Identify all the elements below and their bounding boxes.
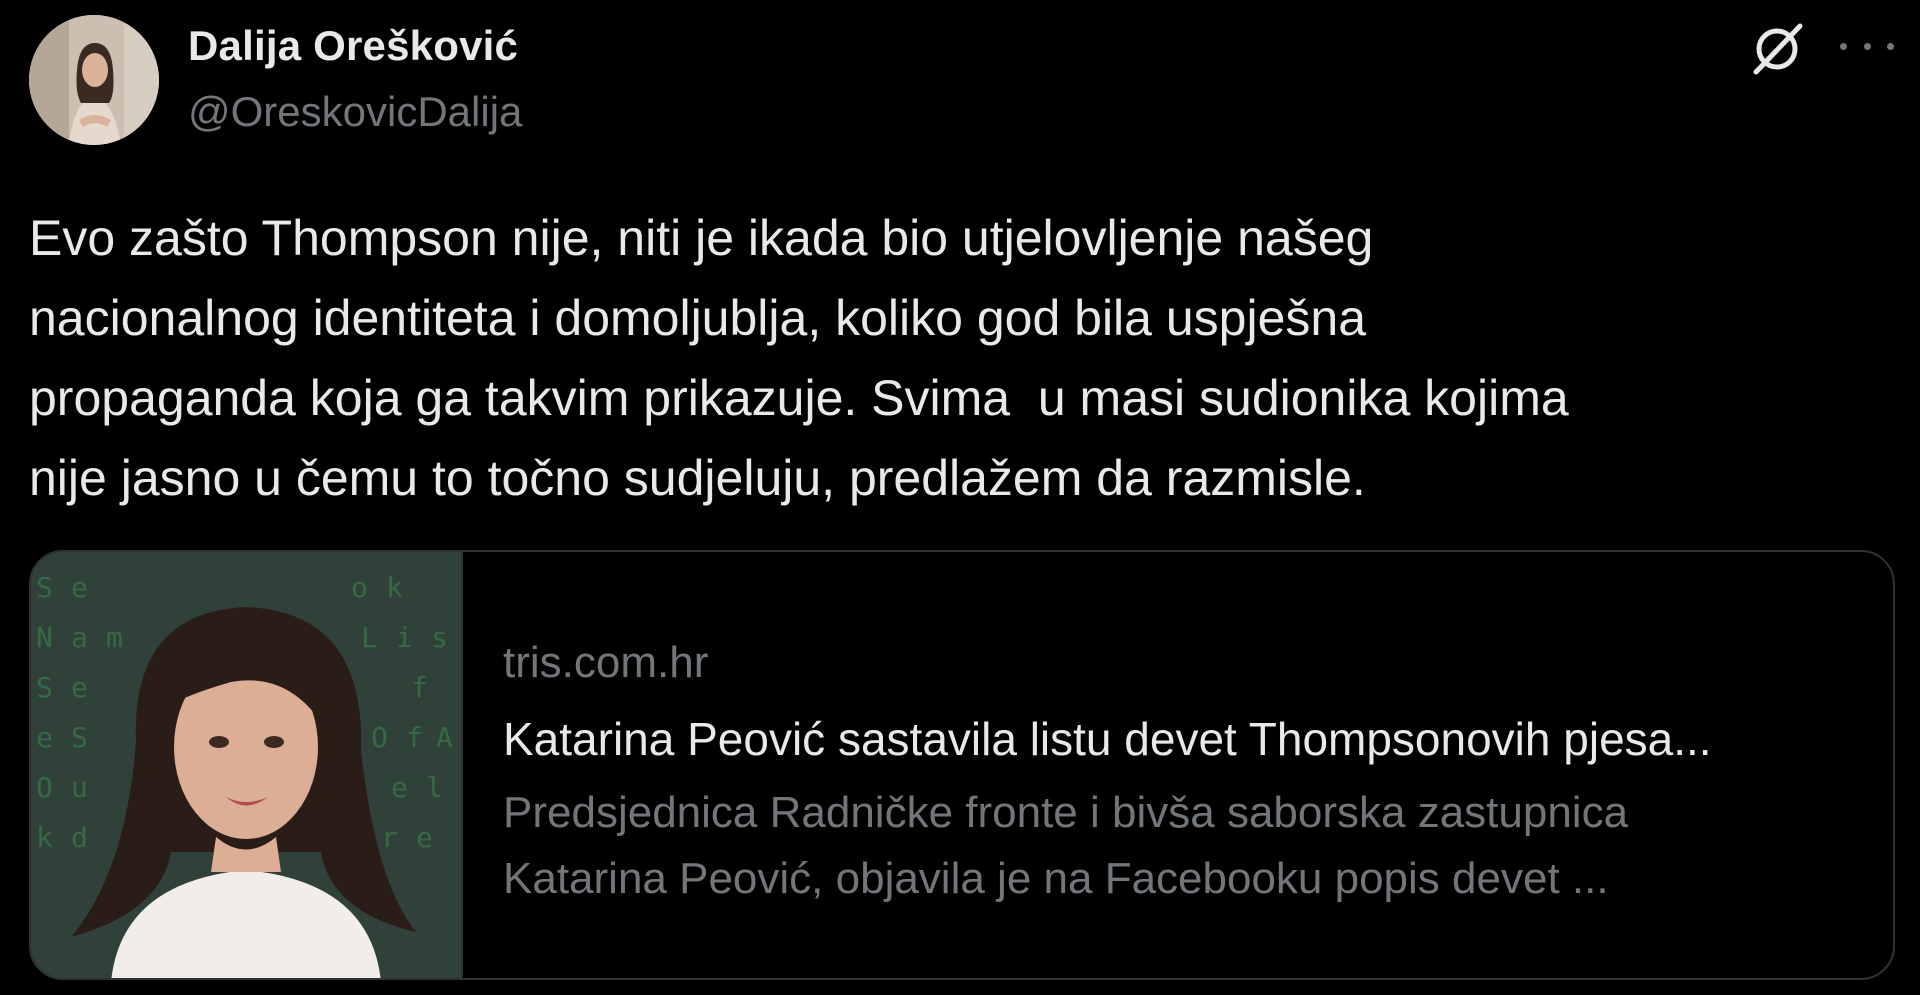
card-title[interactable]: Katarina Peović sastavila listu devet Th…	[503, 712, 1863, 766]
svg-text:e: e	[36, 721, 53, 754]
svg-text:f: f	[406, 721, 423, 754]
svg-text:l: l	[426, 771, 443, 804]
link-preview-card[interactable]: Seok NamLis Sef eSOfA Ouel kdre tris.com…	[29, 550, 1895, 980]
svg-text:S: S	[71, 721, 88, 754]
svg-text:i: i	[396, 621, 413, 654]
svg-text:e: e	[416, 821, 433, 854]
svg-text:a: a	[71, 621, 88, 654]
svg-text:N: N	[36, 621, 53, 654]
more-dot	[1887, 42, 1894, 50]
svg-text:r: r	[381, 821, 398, 854]
svg-text:S: S	[36, 671, 53, 704]
svg-text:O: O	[36, 771, 53, 804]
svg-text:L: L	[361, 621, 378, 654]
svg-text:k: k	[36, 821, 53, 854]
grok-icon[interactable]	[1748, 20, 1806, 78]
more-dot	[1840, 42, 1847, 50]
svg-text:A: A	[436, 721, 453, 754]
card-description: Predsjednica Radničke fronte i bivša sab…	[503, 788, 1629, 903]
svg-text:m: m	[106, 621, 123, 654]
card-domain: tris.com.hr	[503, 638, 709, 687]
author-display-name[interactable]: Dalija Orešković	[188, 22, 518, 70]
svg-text:S: S	[36, 571, 53, 604]
svg-text:u: u	[71, 771, 88, 804]
tweet-text: Evo zašto Thompson nije, niti je ikada b…	[29, 210, 1569, 506]
svg-text:e: e	[71, 571, 88, 604]
more-dot	[1863, 42, 1871, 50]
svg-text:s: s	[431, 621, 448, 654]
tweet-container: Dalija Orešković @OreskovicDalija Evo za…	[0, 0, 1920, 995]
svg-text:e: e	[71, 671, 88, 704]
svg-text:o: o	[351, 571, 368, 604]
more-options-icon[interactable]	[1840, 24, 1894, 68]
svg-text:f: f	[411, 671, 428, 704]
author-handle[interactable]: @OreskovicDalija	[188, 88, 522, 136]
svg-text:k: k	[386, 571, 403, 604]
card-thumbnail[interactable]: Seok NamLis Sef eSOfA Ouel kdre	[31, 552, 463, 978]
svg-text:e: e	[391, 771, 408, 804]
author-avatar[interactable]	[29, 15, 159, 145]
svg-text:d: d	[71, 821, 88, 854]
svg-text:O: O	[371, 721, 388, 754]
